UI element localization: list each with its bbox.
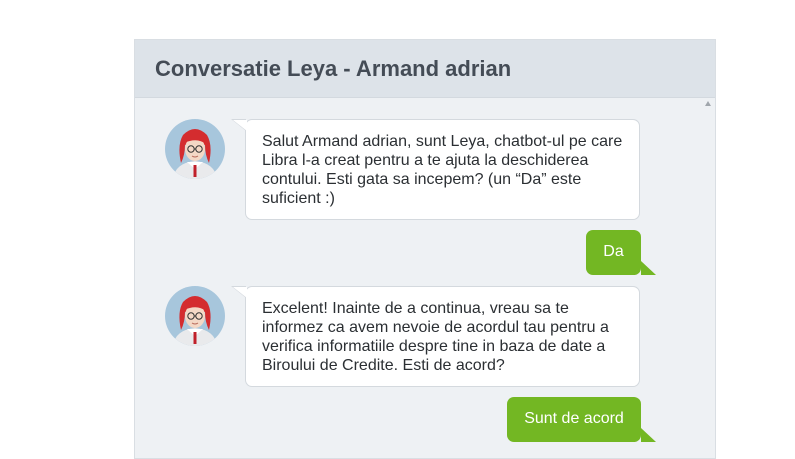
bot-avatar-icon: [165, 286, 225, 346]
bot-message: Salut Armand adrian, sunt Leya, chatbot-…: [231, 119, 640, 220]
user-message: Da: [586, 230, 656, 275]
bot-message: Excelent! Inainte de a continua, vreau s…: [231, 286, 640, 387]
chat-header: Conversatie Leya - Armand adrian: [135, 40, 715, 98]
bot-message-text: Excelent! Inainte de a continua, vreau s…: [262, 300, 609, 374]
bot-avatar-icon: [165, 119, 225, 179]
user-message: Sunt de acord: [507, 397, 656, 442]
user-message-text: Da: [603, 243, 624, 260]
chat-title: Conversatie Leya - Armand adrian: [155, 56, 512, 81]
scroll-up-arrow-icon[interactable]: [705, 101, 711, 106]
user-message-text: Sunt de acord: [524, 410, 624, 427]
chat-panel: Conversatie Leya - Armand adrian Salut A…: [134, 39, 716, 459]
bot-message-text: Salut Armand adrian, sunt Leya, chatbot-…: [262, 133, 623, 207]
